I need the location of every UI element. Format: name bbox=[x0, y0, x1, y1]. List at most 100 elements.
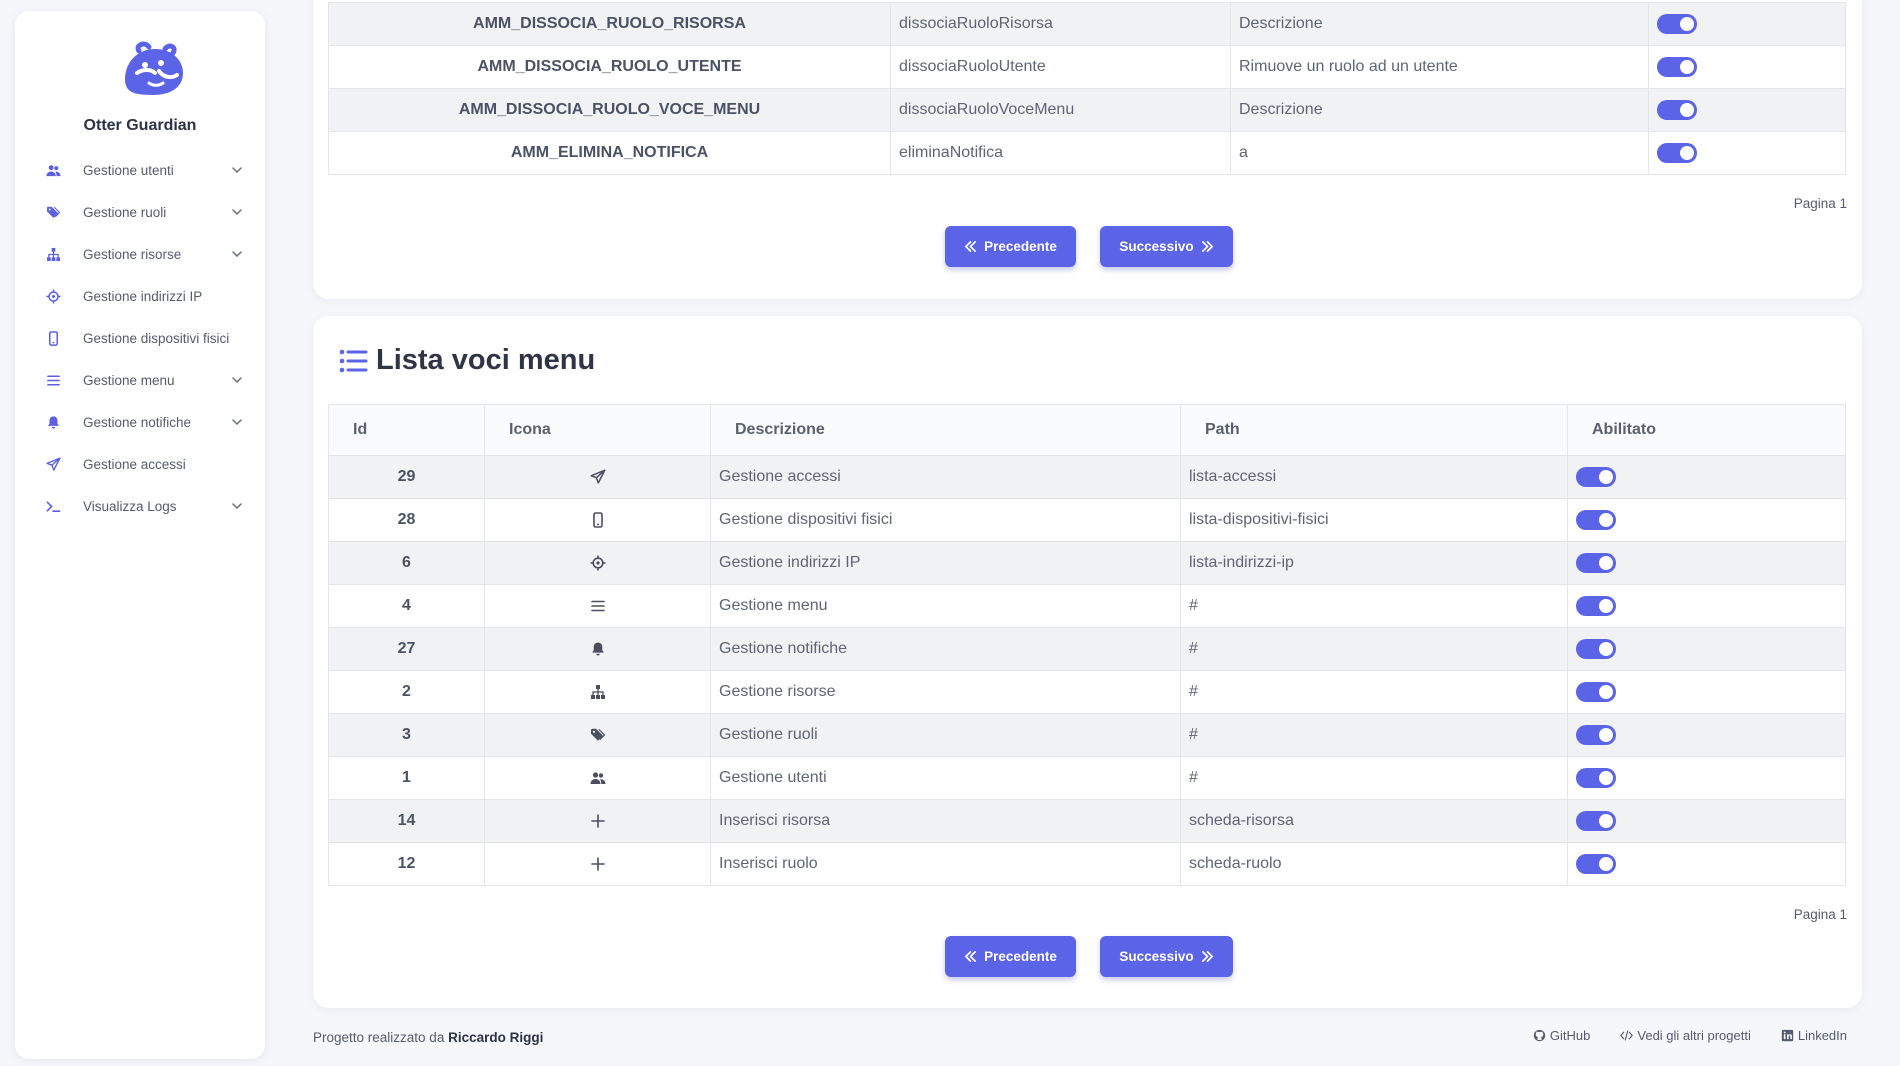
enabled-cell bbox=[1567, 541, 1846, 585]
menu-item-id: 2 bbox=[328, 670, 485, 714]
sidebar-item-gestione-ruoli[interactable]: Gestione ruoli bbox=[15, 191, 265, 233]
enabled-toggle[interactable] bbox=[1576, 811, 1616, 831]
footer-credit: Progetto realizzato da Riccardo Riggi bbox=[313, 1030, 543, 1045]
mobile-icon bbox=[46, 331, 61, 346]
menu-item-path: scheda-risorsa bbox=[1180, 799, 1568, 843]
column-header-abilitato[interactable]: Abilitato bbox=[1567, 404, 1846, 456]
bars-icon bbox=[45, 372, 61, 388]
menu-item-path: # bbox=[1180, 627, 1568, 671]
mobile-icon bbox=[590, 512, 606, 528]
page-indicator: Pagina 1 bbox=[1793, 907, 1847, 922]
menu-list-card: Lista voci menu Id Icona Descrizione Path Ab… bbox=[313, 316, 1862, 1008]
enabled-toggle[interactable] bbox=[1576, 596, 1616, 616]
menu-item-icon-cell bbox=[484, 713, 711, 757]
next-label: Successivo bbox=[1119, 949, 1194, 964]
enabled-toggle[interactable] bbox=[1576, 725, 1616, 745]
sidebar-item-gestione-risorse[interactable]: Gestione risorse bbox=[15, 233, 265, 275]
next-page-button[interactable]: Successivo bbox=[1100, 936, 1233, 977]
bell-icon bbox=[46, 415, 61, 430]
chevron-down-icon[interactable] bbox=[231, 164, 243, 176]
permission-description: Descrizione bbox=[1230, 2, 1649, 46]
table-header-row: Id Icona Descrizione Path Abilitato bbox=[328, 404, 1846, 456]
footer-author-link[interactable]: Riccardo Riggi bbox=[448, 1030, 543, 1045]
enabled-toggle[interactable] bbox=[1576, 854, 1616, 874]
otter-logo-icon bbox=[125, 41, 183, 95]
enabled-toggle[interactable] bbox=[1576, 682, 1616, 702]
menu-item-id: 12 bbox=[328, 842, 485, 886]
menu-item-id: 14 bbox=[328, 799, 485, 843]
plus-icon bbox=[590, 813, 606, 829]
double-chevron-right-icon bbox=[1201, 950, 1214, 963]
enabled-toggle[interactable] bbox=[1657, 14, 1697, 34]
chevron-down-icon[interactable] bbox=[231, 248, 243, 260]
table-row: AMM_DISSOCIA_RUOLO_RISORSA dissociaRuoloR… bbox=[328, 2, 1846, 46]
sidebar-item-gestione-notifiche[interactable]: Gestione notifiche bbox=[15, 401, 265, 443]
permission-code: AMM_DISSOCIA_RUOLO_RISORSA bbox=[328, 2, 891, 46]
menu-item-description: Gestione ruoli bbox=[710, 713, 1181, 757]
menu-item-description: Gestione indirizzi IP bbox=[710, 541, 1181, 585]
menu-item-id: 27 bbox=[328, 627, 485, 671]
table-row: 29 Gestione accessi lista-accessi bbox=[328, 455, 1846, 499]
column-header-path[interactable]: Path bbox=[1180, 404, 1568, 456]
table-row: 6 Gestione indirizzi IP lista-indirizzi-ip bbox=[328, 541, 1846, 585]
chevron-down-icon[interactable] bbox=[231, 374, 243, 386]
footer-prefix: Progetto realizzato da bbox=[313, 1030, 445, 1045]
crosshairs-icon bbox=[45, 288, 61, 304]
footer-link-label: LinkedIn bbox=[1797, 1028, 1847, 1043]
menu-item-path: # bbox=[1180, 713, 1568, 757]
enabled-toggle[interactable] bbox=[1576, 768, 1616, 788]
column-header-id[interactable]: Id bbox=[328, 404, 485, 456]
sidebar: Otter Guardian Gestione utenti Gestione r… bbox=[15, 11, 265, 1059]
table-row: AMM_DISSOCIA_RUOLO_UTENTE dissociaRuoloUt… bbox=[328, 45, 1846, 89]
sidebar-item-gestione-accessi[interactable]: Gestione accessi bbox=[15, 443, 265, 485]
page-indicator: Pagina 1 bbox=[1793, 196, 1847, 211]
chevron-down-icon[interactable] bbox=[231, 500, 243, 512]
enabled-toggle[interactable] bbox=[1576, 467, 1616, 487]
sidebar-item-label: Gestione accessi bbox=[83, 456, 186, 472]
enabled-toggle[interactable] bbox=[1657, 100, 1697, 120]
enabled-toggle[interactable] bbox=[1657, 143, 1697, 163]
previous-label: Precedente bbox=[984, 239, 1057, 254]
menu-item-icon-cell bbox=[484, 584, 711, 628]
users-icon bbox=[45, 162, 61, 178]
table-row: 28 Gestione dispositivi fisici lista-dispo… bbox=[328, 498, 1846, 542]
sidebar-item-gestione-menu[interactable]: Gestione menu bbox=[15, 359, 265, 401]
column-header-icona[interactable]: Icona bbox=[484, 404, 711, 456]
bars-icon bbox=[46, 373, 61, 388]
table-row: 4 Gestione menu # bbox=[328, 584, 1846, 628]
enabled-toggle[interactable] bbox=[1576, 553, 1616, 573]
menu-item-description: Gestione menu bbox=[710, 584, 1181, 628]
sitemap-icon bbox=[46, 247, 61, 262]
sidebar-item-gestione-utenti[interactable]: Gestione utenti bbox=[15, 149, 265, 191]
mobile-icon bbox=[45, 330, 61, 346]
chevron-down-icon[interactable] bbox=[231, 206, 243, 218]
sidebar-item-gestione-dispositivi-fisici[interactable]: Gestione dispositivi fisici bbox=[15, 317, 265, 359]
footer-link-linkedin[interactable]: LinkedIn bbox=[1781, 1028, 1847, 1043]
next-page-button[interactable]: Successivo bbox=[1100, 226, 1233, 267]
previous-page-button[interactable]: Precedente bbox=[945, 226, 1076, 267]
sidebar-item-label: Gestione indirizzi IP bbox=[83, 288, 203, 304]
permission-function: dissociaRuoloVoceMenu bbox=[890, 88, 1231, 132]
chevron-down-icon[interactable] bbox=[231, 416, 243, 428]
enabled-cell bbox=[1567, 713, 1846, 757]
menu-item-path: # bbox=[1180, 756, 1568, 800]
previous-page-button[interactable]: Precedente bbox=[945, 936, 1076, 977]
sidebar-item-gestione-indirizzi-ip[interactable]: Gestione indirizzi IP bbox=[15, 275, 265, 317]
enabled-toggle[interactable] bbox=[1657, 57, 1697, 77]
footer-link-vedi-gli-altri-progetti[interactable]: Vedi gli altri progetti bbox=[1620, 1028, 1751, 1043]
menu-item-icon-cell bbox=[484, 670, 711, 714]
enabled-toggle[interactable] bbox=[1576, 639, 1616, 659]
footer-link-github[interactable]: GitHub bbox=[1533, 1028, 1590, 1043]
menu-item-description: Gestione utenti bbox=[710, 756, 1181, 800]
menu-item-id: 3 bbox=[328, 713, 485, 757]
column-header-descrizione[interactable]: Descrizione bbox=[710, 404, 1181, 456]
enabled-cell bbox=[1567, 498, 1846, 542]
footer-link-label: Vedi gli altri progetti bbox=[1637, 1028, 1751, 1043]
next-label: Successivo bbox=[1119, 239, 1194, 254]
bars-icon bbox=[590, 598, 606, 614]
crosshairs-icon bbox=[590, 555, 606, 571]
sidebar-item-label: Gestione dispositivi fisici bbox=[83, 330, 230, 346]
enabled-toggle[interactable] bbox=[1576, 510, 1616, 530]
permission-code: AMM_ELIMINA_NOTIFICA bbox=[328, 131, 891, 175]
sidebar-item-visualizza-logs[interactable]: Visualizza Logs bbox=[15, 485, 265, 527]
